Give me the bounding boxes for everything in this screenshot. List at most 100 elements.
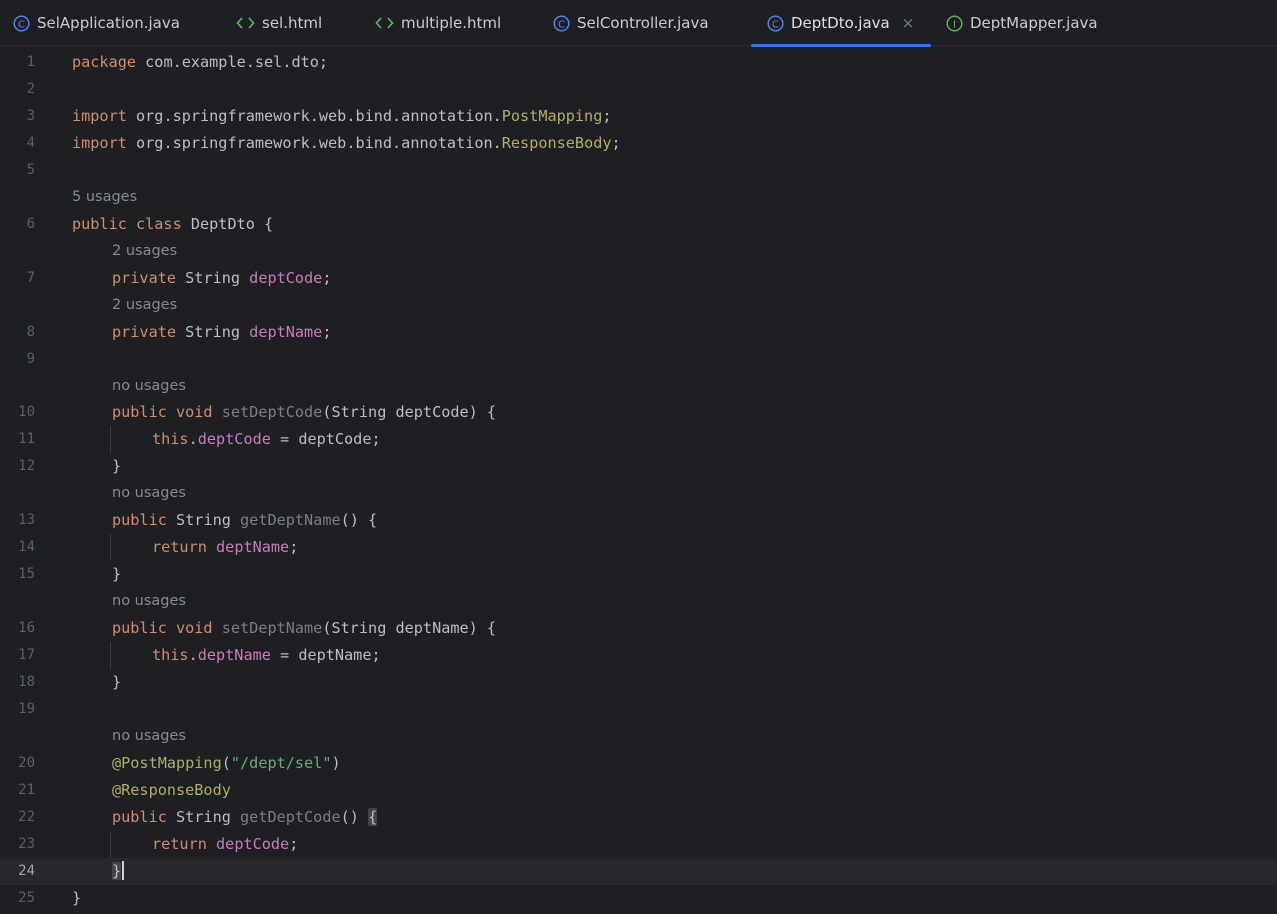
line-text: public String getDeptName() {: [112, 511, 378, 529]
close-icon[interactable]: ×: [902, 15, 915, 31]
line-text: private String deptCode;: [112, 269, 332, 287]
code-line: 20 @PostMapping("/dept/sel"): [0, 750, 1277, 777]
svg-text:C: C: [558, 19, 565, 30]
code-line: 19: [0, 696, 1277, 723]
tab-label: SelApplication.java: [37, 14, 180, 32]
code-line: 17 this.deptName = deptName;: [0, 642, 1277, 669]
code-line: 7 private String deptCode;: [0, 265, 1277, 292]
line-number: 25: [18, 890, 35, 906]
tab-selcontroller[interactable]: C SelController.java: [553, 0, 709, 46]
code-line: 23 return deptCode;: [0, 831, 1277, 858]
line-number: 9: [26, 351, 35, 367]
code-line-current: 24 }: [0, 858, 1277, 885]
line-text: public void setDeptName(String deptName)…: [112, 619, 497, 637]
code-line: 25 }: [0, 885, 1277, 912]
tab-multiple-html[interactable]: multiple.html: [375, 0, 501, 46]
tab-sel-html[interactable]: sel.html: [236, 0, 322, 46]
line-text: public void setDeptCode(String deptCode)…: [112, 403, 497, 421]
line-number: 18: [18, 674, 35, 690]
line-text: }: [112, 673, 122, 691]
html-file-icon: [236, 16, 255, 30]
line-text: return deptName;: [152, 538, 299, 556]
usages-hint[interactable]: no usages: [112, 723, 186, 750]
line-number: 21: [18, 782, 35, 798]
line-number: 8: [26, 324, 35, 340]
svg-text:C: C: [772, 19, 779, 30]
usages-hint[interactable]: no usages: [112, 373, 186, 400]
line-text: @PostMapping("/dept/sel"): [112, 754, 341, 772]
line-text: package com.example.sel.dto;: [72, 53, 329, 71]
line-number: 3: [26, 108, 35, 124]
line-number: 17: [18, 647, 35, 663]
line-text: private String deptName;: [112, 323, 332, 341]
line-text: public String getDeptCode() {: [112, 808, 378, 826]
tab-label: SelController.java: [577, 14, 709, 32]
line-number: 4: [26, 135, 35, 151]
usages-hint[interactable]: no usages: [112, 480, 186, 507]
code-line: 3 import org.springframework.web.bind.an…: [0, 103, 1277, 130]
line-text: }: [72, 889, 82, 907]
usages-hint[interactable]: 2 usages: [112, 238, 177, 265]
code-line: 11 this.deptCode = deptCode;: [0, 426, 1277, 453]
line-text: }: [112, 858, 125, 885]
code-line: 10 public void setDeptCode(String deptCo…: [0, 399, 1277, 426]
tab-label: multiple.html: [401, 14, 502, 32]
tab-deptmapper[interactable]: I DeptMapper.java: [946, 0, 1098, 46]
line-number: 19: [18, 701, 35, 717]
line-number: 11: [18, 431, 35, 447]
line-text: @ResponseBody: [112, 781, 231, 799]
line-text: }: [112, 457, 122, 475]
code-line: 21 @ResponseBody: [0, 777, 1277, 804]
line-text: public class DeptDto {: [72, 215, 274, 233]
code-line: 12 }: [0, 453, 1277, 480]
line-number: 20: [18, 755, 35, 771]
code-line: 6 public class DeptDto {: [0, 211, 1277, 238]
code-line: 9: [0, 346, 1277, 373]
line-number: 23: [18, 836, 35, 852]
line-number: 2: [26, 81, 35, 97]
line-number: 5: [26, 162, 35, 178]
line-number: 14: [18, 539, 35, 555]
tab-label: DeptDto.java: [791, 14, 890, 32]
code-line: 18 }: [0, 669, 1277, 696]
code-line: 16 public void setDeptName(String deptNa…: [0, 615, 1277, 642]
tab-deptdto[interactable]: C DeptDto.java ×: [751, 0, 931, 47]
java-class-icon: C: [553, 14, 570, 32]
line-text: this.deptName = deptName;: [152, 646, 381, 664]
code-line: 22 public String getDeptCode() {: [0, 804, 1277, 831]
line-number: 12: [18, 458, 35, 474]
usages-hint[interactable]: 2 usages: [112, 292, 177, 319]
code-line: 2: [0, 76, 1277, 103]
line-text: import org.springframework.web.bind.anno…: [72, 107, 612, 125]
code-line: 8 private String deptName;: [0, 319, 1277, 346]
line-text: return deptCode;: [152, 835, 299, 853]
line-number: 22: [18, 809, 35, 825]
text-caret: [122, 861, 125, 880]
java-class-icon: C: [767, 14, 784, 32]
usages-hint[interactable]: no usages: [112, 588, 186, 615]
svg-text:C: C: [18, 19, 25, 30]
line-number: 16: [18, 620, 35, 636]
code-line: 15 }: [0, 561, 1277, 588]
line-number: 15: [18, 566, 35, 582]
tab-label: sel.html: [262, 14, 323, 32]
editor-tab-bar: C SelApplication.java sel.html multiple.…: [0, 0, 1277, 47]
line-text: this.deptCode = deptCode;: [152, 430, 381, 448]
line-number: 10: [18, 404, 35, 420]
tab-selapplication[interactable]: C SelApplication.java: [13, 0, 180, 46]
code-line: 1 package com.example.sel.dto;: [0, 49, 1277, 76]
line-text: import org.springframework.web.bind.anno…: [72, 134, 621, 152]
line-number: 6: [26, 216, 35, 232]
line-number: 1: [26, 54, 35, 70]
active-tab-indicator: [751, 44, 931, 47]
usages-hint[interactable]: 5 usages: [72, 184, 137, 211]
line-number: 13: [18, 512, 35, 528]
java-interface-icon: I: [946, 14, 963, 32]
svg-text:I: I: [953, 19, 956, 30]
code-line: 5: [0, 157, 1277, 184]
java-class-icon: C: [13, 14, 30, 32]
code-line: 4 import org.springframework.web.bind.an…: [0, 130, 1277, 157]
code-editor[interactable]: 1 package com.example.sel.dto; 2 3 impor…: [0, 49, 1277, 914]
html-file-icon: [375, 16, 394, 30]
code-line: 13 public String getDeptName() {: [0, 507, 1277, 534]
